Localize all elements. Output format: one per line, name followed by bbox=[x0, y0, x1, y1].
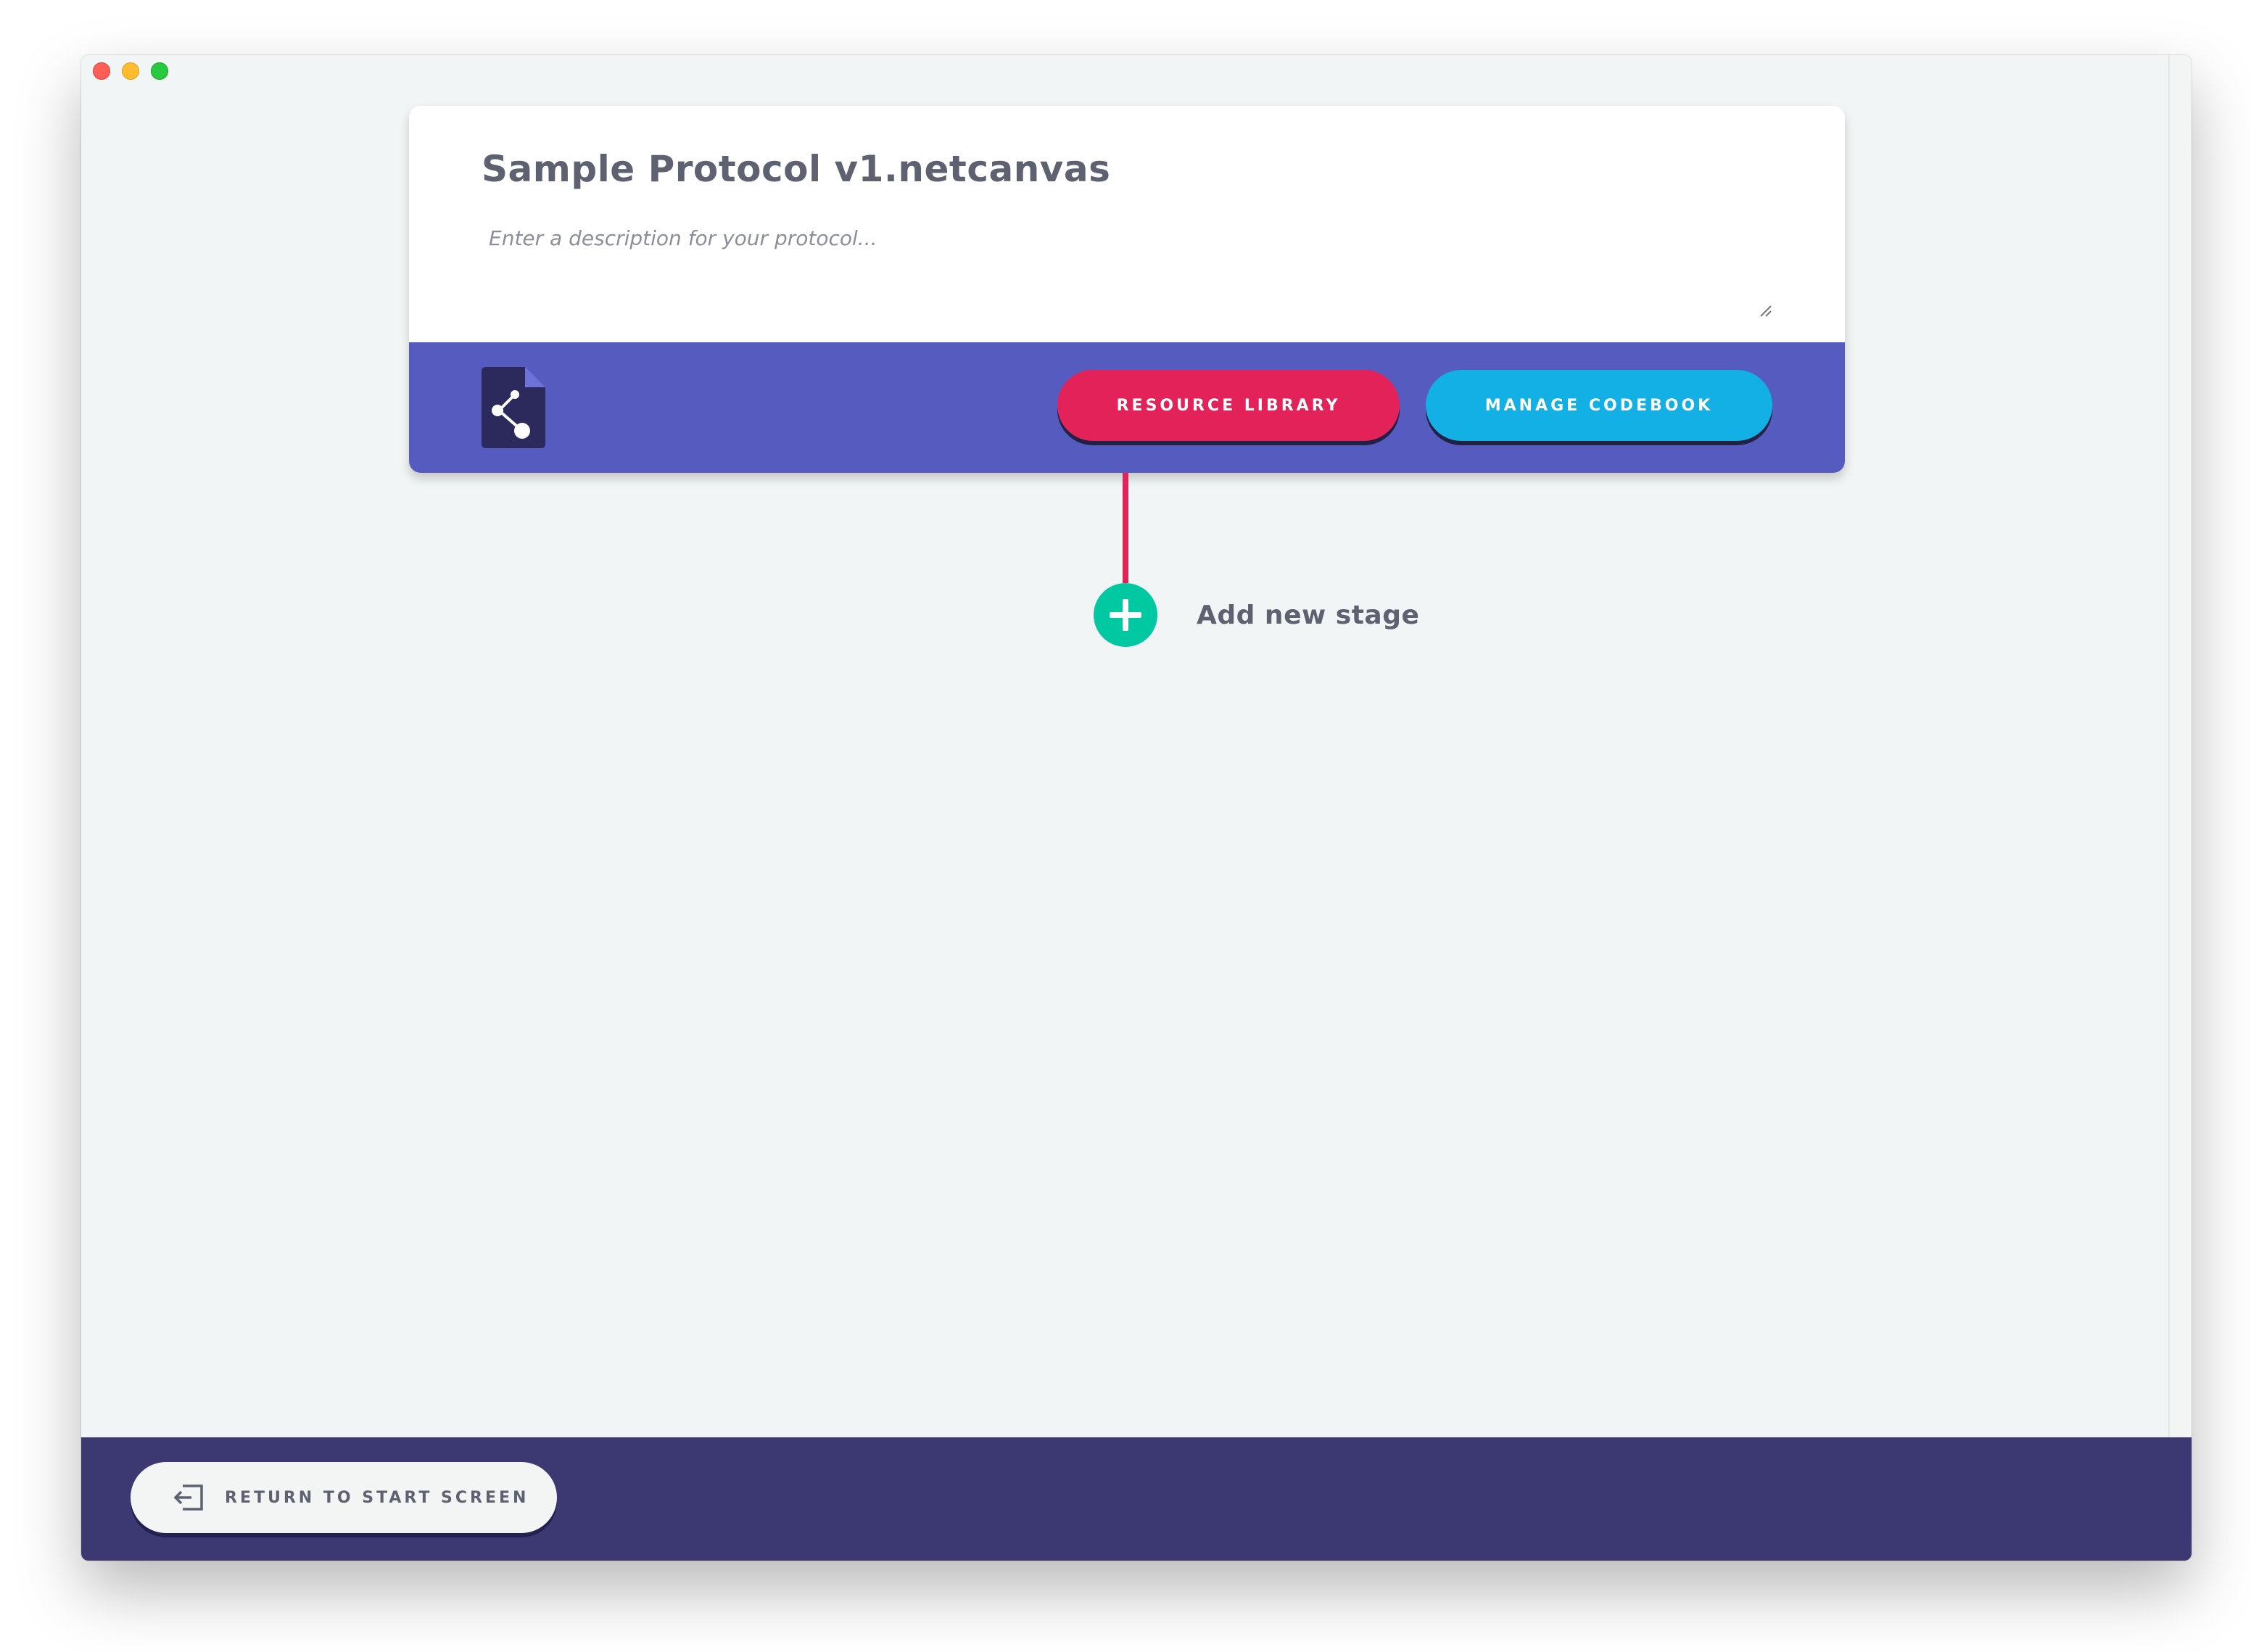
scrollbar-track[interactable] bbox=[2168, 55, 2192, 1437]
return-to-start-label: RETURN TO START SCREEN bbox=[225, 1488, 529, 1507]
add-stage-button[interactable] bbox=[1094, 583, 1157, 647]
close-window-button[interactable] bbox=[93, 62, 110, 80]
protocol-description-input[interactable] bbox=[489, 226, 1772, 313]
resize-grip-icon[interactable] bbox=[1758, 303, 1772, 318]
protocol-card: Sample Protocol v1.netcanvas RESOURCE LI… bbox=[409, 106, 1845, 473]
maximize-window-button[interactable] bbox=[151, 62, 168, 80]
manage-codebook-button[interactable]: MANAGE CODEBOOK bbox=[1426, 370, 1772, 441]
return-to-start-button[interactable]: RETURN TO START SCREEN bbox=[131, 1462, 557, 1533]
protocol-toolbar: RESOURCE LIBRARY MANAGE CODEBOOK bbox=[409, 342, 1845, 473]
timeline-connector bbox=[1123, 473, 1128, 583]
minimize-window-button[interactable] bbox=[122, 62, 139, 80]
add-stage-label[interactable]: Add new stage bbox=[1197, 600, 1419, 630]
protocol-header: Sample Protocol v1.netcanvas bbox=[409, 106, 1845, 342]
add-new-stage[interactable]: Add new stage bbox=[1094, 583, 1419, 647]
footer-bar: RETURN TO START SCREEN bbox=[81, 1437, 2192, 1561]
exit-icon bbox=[173, 1484, 203, 1511]
app-window: Sample Protocol v1.netcanvas RESOURCE LI… bbox=[81, 55, 2192, 1561]
resource-library-button[interactable]: RESOURCE LIBRARY bbox=[1057, 370, 1400, 441]
window-controls bbox=[93, 62, 168, 80]
protocol-file-share-icon bbox=[482, 367, 545, 448]
protocol-title: Sample Protocol v1.netcanvas bbox=[482, 148, 1111, 190]
plus-icon-bar bbox=[1110, 612, 1141, 618]
